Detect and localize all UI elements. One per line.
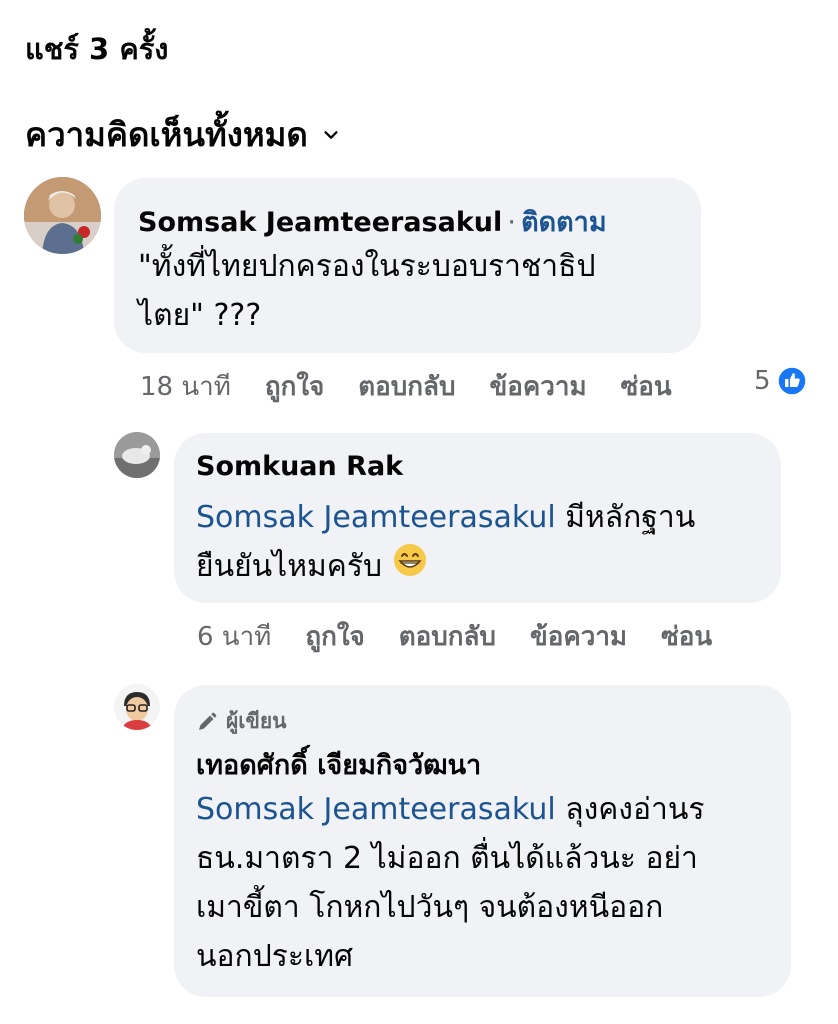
follow-button[interactable]: ติดตาม xyxy=(521,207,607,238)
message-button[interactable]: ข้อความ xyxy=(489,366,586,407)
comment-header: Somsak Jeamteerasakul · ติดตาม xyxy=(138,200,607,243)
comment-filter-label: ความคิดเห็นทั้งหมด xyxy=(25,115,308,154)
comment-bubble: Somkuan Rak Somsak Jeamteerasakul มีหลัก… xyxy=(174,433,781,603)
hide-button[interactable]: ซ่อน xyxy=(661,616,712,657)
reaction-count: 5 xyxy=(754,366,771,396)
message-button[interactable]: ข้อความ xyxy=(530,616,627,657)
grin-emoji-icon xyxy=(392,542,428,593)
comment-text: Somsak Jeamteerasakul ลุงคงอ่านร ธน.มาตร… xyxy=(196,785,786,981)
comment-text: "ทั้งที่ไทยปกครองในระบอบราชาธิป ไตย" ??? xyxy=(138,242,698,340)
comment-author[interactable]: Somsak Jeamteerasakul xyxy=(138,207,502,238)
shares-count[interactable]: แชร์ 3 ครั้ง xyxy=(25,26,168,72)
mention-link[interactable]: Somsak Jeamteerasakul xyxy=(196,500,556,535)
comment-timestamp[interactable]: 18 นาที xyxy=(140,366,231,407)
avatar[interactable] xyxy=(114,684,160,730)
avatar-image xyxy=(114,432,160,478)
pencil-icon xyxy=(199,712,217,730)
comment-actions: 18 นาที ถูกใจ ตอบกลับ ข้อความ ซ่อน xyxy=(140,366,682,407)
reply-button[interactable]: ตอบกลับ xyxy=(399,616,496,657)
comment-text-line: นอกประเทศ xyxy=(196,939,354,974)
mention-link[interactable]: Somsak Jeamteerasakul xyxy=(196,792,556,827)
comment-text-line: Somsak Jeamteerasakul ลุงคงอ่านร xyxy=(196,785,786,834)
comment-author[interactable]: เทอดศักดิ์ เจียมกิจวัฒนา xyxy=(196,743,481,786)
comment-bubble: Somsak Jeamteerasakul · ติดตาม "ทั้งที่ไ… xyxy=(114,178,701,353)
like-button[interactable]: ถูกใจ xyxy=(265,366,324,407)
like-reaction-icon xyxy=(776,366,807,396)
comment-author[interactable]: Somkuan Rak xyxy=(196,451,403,482)
comment-text-line: เมาขี้ตา โกหกไปวันๆ จนต้องหนีออก xyxy=(196,890,664,925)
comment-text-segment: ยืนยันไหมครับ xyxy=(196,549,383,584)
comment-text-line: Somsak Jeamteerasakul มีหลักฐาน xyxy=(196,493,776,542)
reply-button[interactable]: ตอบกลับ xyxy=(358,366,455,407)
avatar[interactable] xyxy=(114,432,160,478)
comment-text-line: ธน.มาตรา 2 ไม่ออก ตื่นได้แล้วนะ อย่า xyxy=(196,841,698,876)
comment-actions: 6 นาที ถูกใจ ตอบกลับ ข้อความ ซ่อน xyxy=(197,616,712,657)
chevron-down-icon xyxy=(324,130,338,139)
comment-timestamp[interactable]: 6 นาที xyxy=(197,616,271,657)
comment-text-line: "ทั้งที่ไทยปกครองในระบอบราชาธิป xyxy=(138,249,596,284)
comment-text: Somsak Jeamteerasakul มีหลักฐาน ยืนยันไห… xyxy=(196,493,776,593)
reaction-summary[interactable]: 5 xyxy=(754,366,807,396)
comment-text-segment: มีหลักฐาน xyxy=(555,500,696,535)
author-badge-label: ผู้เขียน xyxy=(226,709,287,733)
author-badge: ผู้เขียน xyxy=(196,705,287,738)
avatar-image xyxy=(24,177,101,254)
comment-text-line: ไตย" ??? xyxy=(138,298,262,333)
like-button[interactable]: ถูกใจ xyxy=(305,616,364,657)
comment-bubble: ผู้เขียน เทอดศักดิ์ เจียมกิจวัฒนา Somsak… xyxy=(174,685,791,997)
avatar-image xyxy=(114,684,160,730)
avatar[interactable] xyxy=(24,177,101,254)
hide-button[interactable]: ซ่อน xyxy=(621,366,672,407)
separator-dot: · xyxy=(507,207,516,238)
comment-text-segment: ลุงคงอ่านร xyxy=(555,792,705,827)
comment-text-line: ยืนยันไหมครับ xyxy=(196,542,776,593)
comment-filter-dropdown[interactable]: ความคิดเห็นทั้งหมด xyxy=(25,108,340,161)
